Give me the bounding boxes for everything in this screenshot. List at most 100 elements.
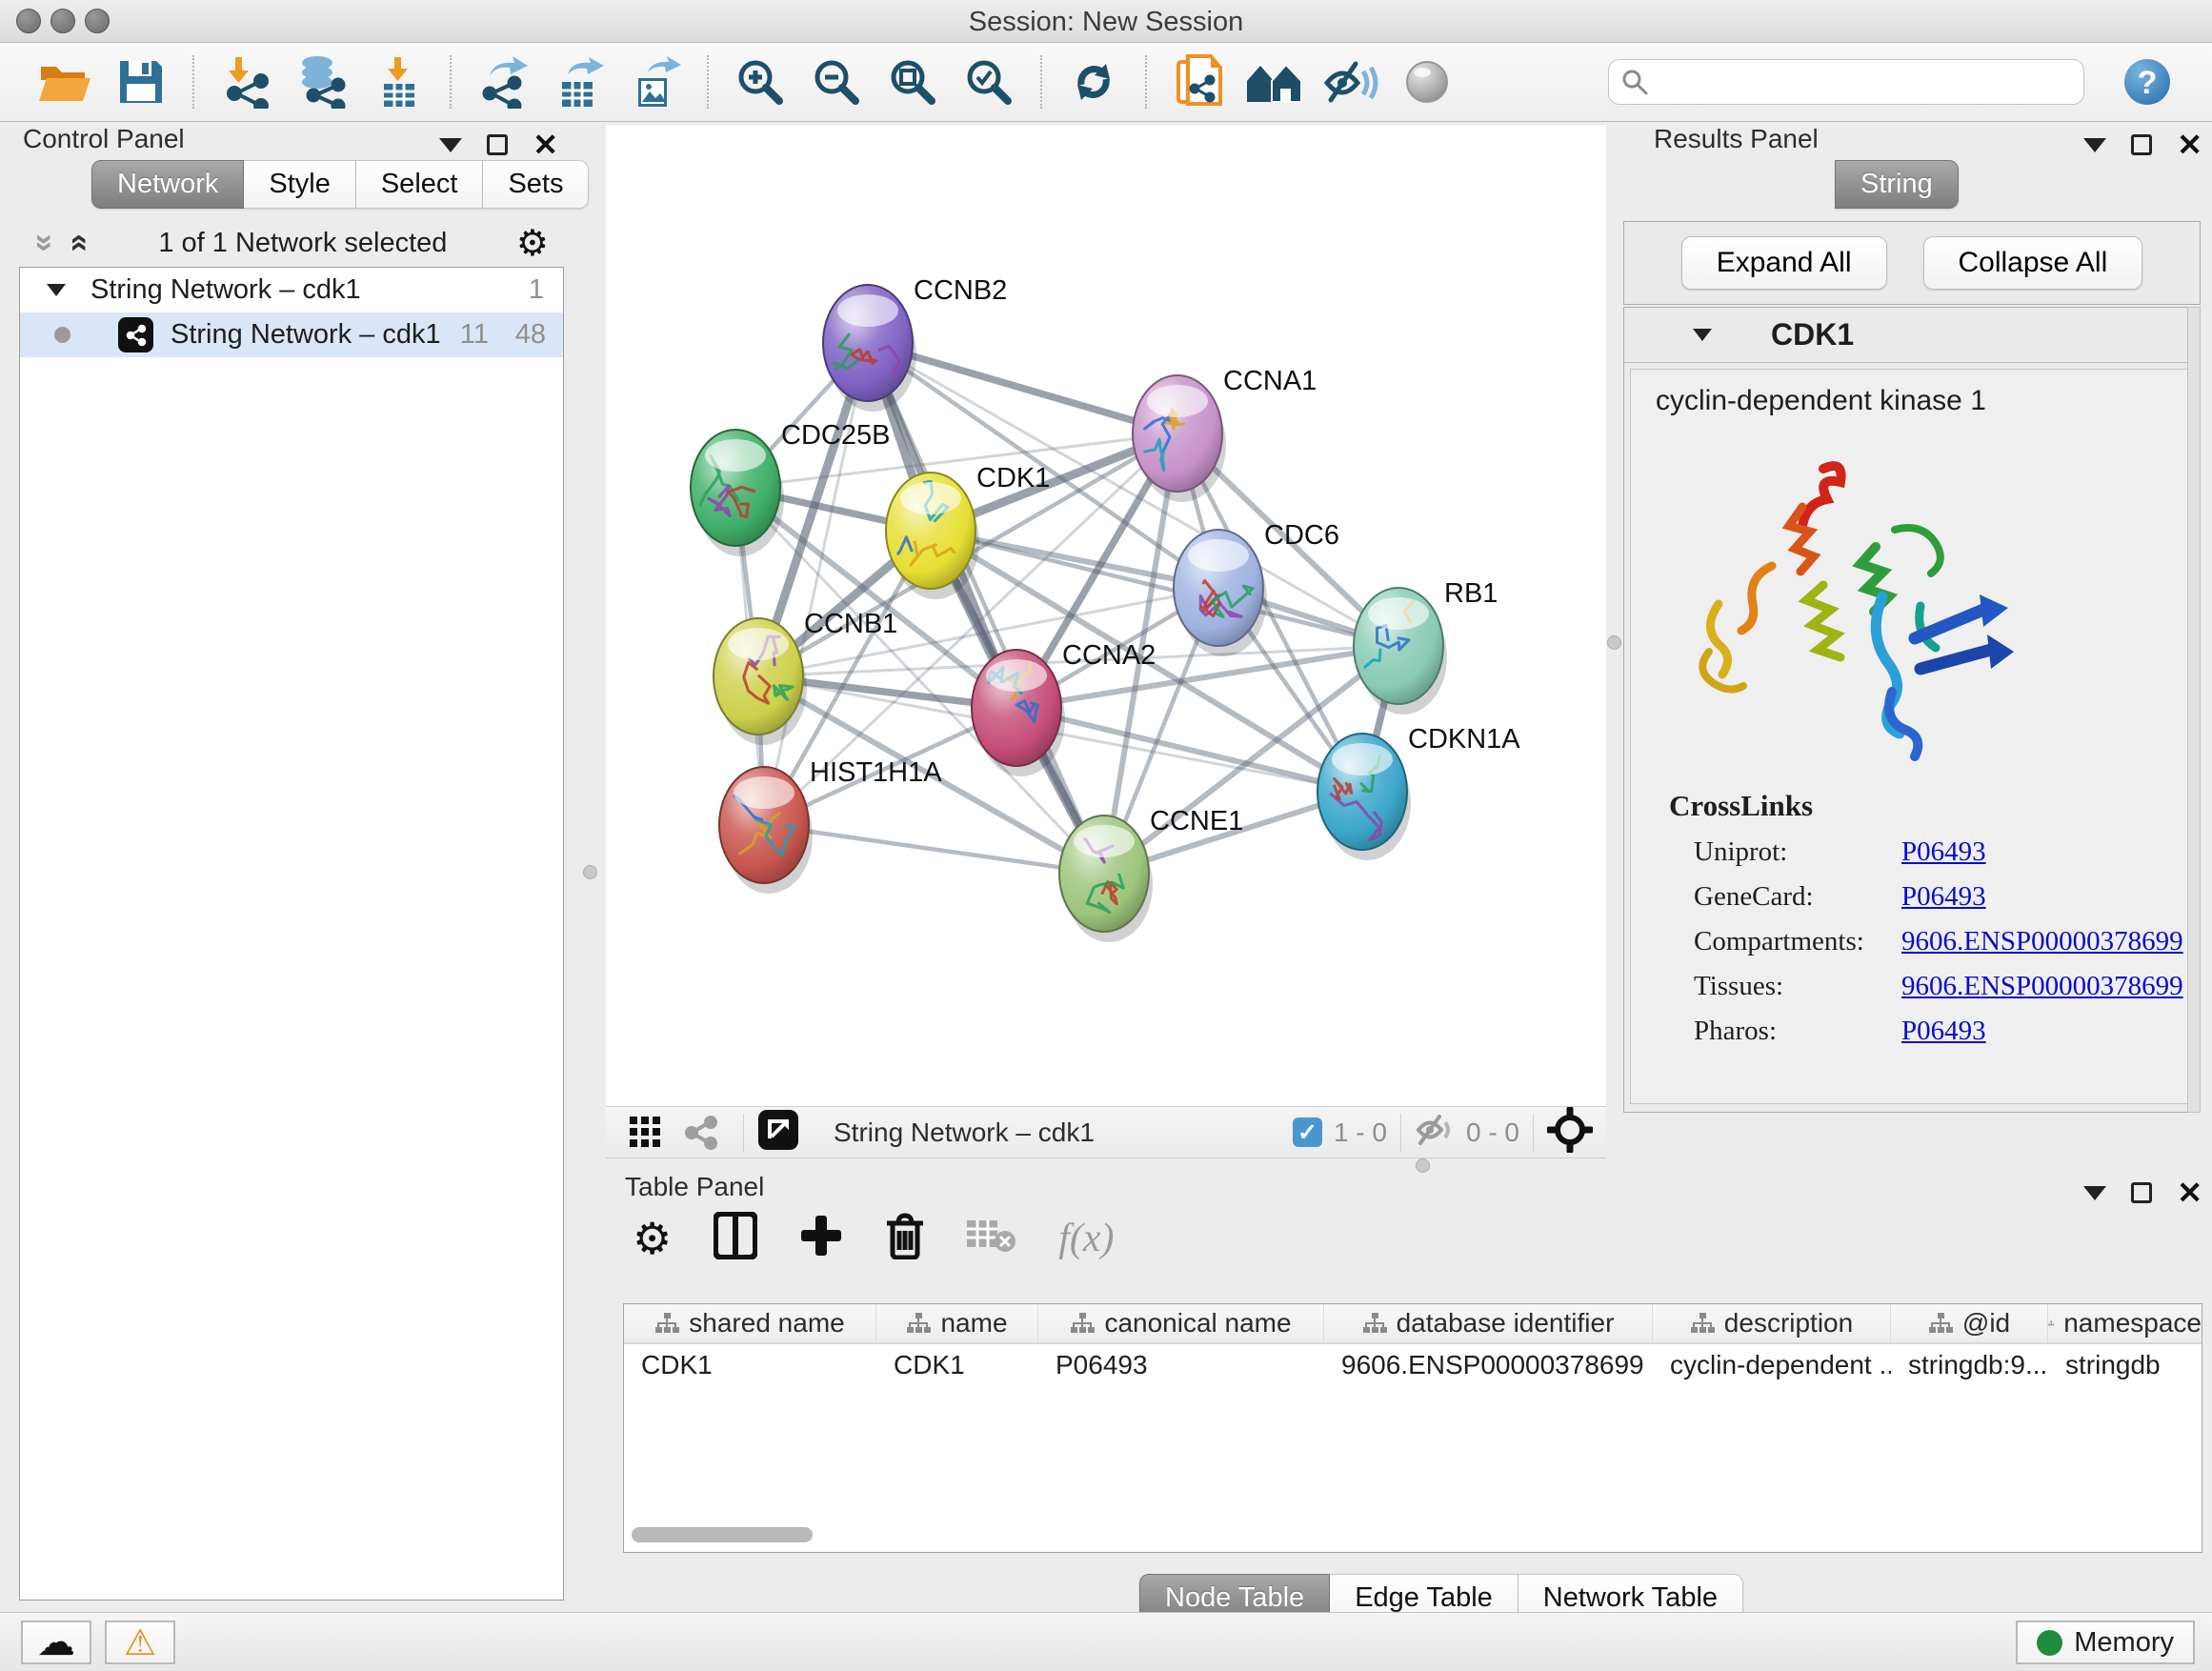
delete-column-trash-icon[interactable]	[885, 1212, 925, 1264]
crosslink-label: Pharos:	[1694, 1016, 1901, 1047]
zoom-selected-button[interactable]	[957, 52, 1020, 111]
crosslink-value-link[interactable]: P06493	[1901, 1016, 1986, 1047]
table-cell[interactable]: 9606.ENSP00000378699	[1324, 1350, 1653, 1380]
import-network-from-database-button[interactable]	[291, 52, 353, 111]
network-node-CDKN1A[interactable]: CDKN1A	[1317, 724, 1520, 860]
column-header-namespace[interactable]: namespace	[2048, 1304, 2202, 1342]
hidden-eye-icon[interactable]	[1415, 1113, 1457, 1152]
gene-card-header[interactable]: CDK1	[1624, 308, 2200, 363]
network-node-CDC25B[interactable]: CDC25B	[691, 420, 890, 556]
network-node-CDC6[interactable]: CDC6	[1174, 520, 1339, 656]
panel-close-icon[interactable]: ✕	[533, 130, 558, 160]
column-header-shared-name[interactable]: shared name	[624, 1304, 876, 1342]
table-row[interactable]: CDK1CDK1P064939606.ENSP00000378699cyclin…	[624, 1344, 2202, 1386]
table-cell[interactable]: stringdb	[2048, 1350, 2202, 1380]
export-image-button[interactable]	[624, 52, 687, 111]
table-cell[interactable]: P06493	[1038, 1350, 1324, 1380]
add-column-icon[interactable]	[799, 1214, 843, 1262]
network-node-CCNE1[interactable]: CCNE1	[1059, 806, 1243, 942]
search-input[interactable]	[1659, 68, 2072, 97]
function-builder-button[interactable]: f(x)	[1058, 1216, 1114, 1261]
network-bar-separator	[1400, 1114, 1401, 1152]
open-session-button[interactable]	[33, 52, 96, 111]
column-header--id[interactable]: @id	[1891, 1304, 2048, 1342]
table-cell[interactable]: cyclin-dependent ...	[1653, 1350, 1891, 1380]
zoom-out-icon	[811, 56, 862, 108]
network-options-gear-icon[interactable]: ⚙	[516, 222, 549, 265]
panel-collapse-icon[interactable]	[2083, 1186, 2106, 1200]
tab-network[interactable]: Network	[91, 160, 244, 209]
gene-card-body: cyclin-dependent kinase 1	[1630, 369, 2188, 1104]
results-scrollbar[interactable]	[2187, 307, 2201, 1113]
save-session-button[interactable]	[110, 52, 172, 111]
export-table-button[interactable]	[548, 52, 611, 111]
refresh-view-button[interactable]	[1062, 52, 1125, 111]
panel-collapse-icon[interactable]	[439, 138, 462, 152]
panel-collapse-icon[interactable]	[2083, 138, 2106, 152]
network-node-RB1[interactable]: RB1	[1350, 578, 1498, 715]
delete-table-icon[interactable]	[967, 1217, 1016, 1259]
network-row-selected[interactable]: String Network – cdk1 11 48	[20, 312, 563, 357]
appearance-sphere-button[interactable]	[1396, 52, 1458, 111]
column-header-canonical-name[interactable]: canonical name	[1038, 1304, 1324, 1342]
search-box[interactable]	[1608, 59, 2084, 105]
search-icon	[1620, 68, 1649, 96]
help-button[interactable]: ?	[2116, 52, 2179, 111]
tab-sets[interactable]: Sets	[483, 160, 589, 209]
column-header-name[interactable]: name	[876, 1304, 1038, 1342]
crosslink-value-link[interactable]: 9606.ENSP00000378699	[1901, 926, 2183, 957]
tab-string[interactable]: String	[1835, 160, 1959, 209]
network-edge-count: 48	[515, 319, 546, 351]
cloud-status-button[interactable]: ☁	[21, 1621, 91, 1664]
network-node-CCNA2[interactable]: CCNA2	[972, 640, 1156, 776]
zoom-in-button[interactable]	[729, 52, 792, 111]
tab-select[interactable]: Select	[356, 160, 484, 209]
import-network-button[interactable]	[214, 52, 277, 111]
warnings-button[interactable]: ⚠	[105, 1621, 175, 1664]
column-header-database-identifier[interactable]: database identifier	[1324, 1304, 1653, 1342]
show-columns-icon[interactable]	[714, 1212, 757, 1264]
crosslink-value-link[interactable]: 9606.ENSP00000378699	[1901, 971, 2183, 1002]
crosslink-value-link[interactable]: P06493	[1901, 836, 1986, 868]
table-cell[interactable]: CDK1	[876, 1350, 1038, 1380]
table-horizontal-scrollbar[interactable]	[632, 1527, 813, 1542]
export-network-button[interactable]	[472, 52, 534, 111]
gene-expander-icon[interactable]	[1693, 329, 1712, 341]
table-cell[interactable]: stringdb:9...	[1891, 1350, 2048, 1380]
memory-button[interactable]: Memory	[2016, 1621, 2195, 1664]
panel-float-icon[interactable]	[2131, 1182, 2152, 1203]
home-layout-button[interactable]	[1243, 52, 1306, 111]
network-collection-row[interactable]: String Network – cdk1 1	[20, 268, 563, 312]
import-table-button[interactable]	[367, 52, 430, 111]
collapse-all-button[interactable]: Collapse All	[1923, 236, 2143, 290]
collapse-all-networks-icon[interactable]: «	[64, 234, 96, 252]
panel-float-icon[interactable]	[2131, 134, 2152, 155]
birdseye-grid-icon[interactable]	[623, 1110, 669, 1156]
table-options-gear-icon[interactable]: ⚙	[633, 1213, 672, 1264]
hide-unhide-button[interactable]	[1319, 52, 1382, 111]
left-splitter-handle[interactable]	[583, 865, 597, 879]
panel-close-icon[interactable]: ✕	[2177, 1178, 2202, 1208]
zoom-out-button[interactable]	[805, 52, 868, 111]
string-network-graph[interactable]: CCNB2CCNA1CDC25BCDK1CDC6RB1CCNB1CCNA2CDK…	[606, 125, 1606, 1106]
panel-float-icon[interactable]	[487, 134, 508, 155]
node-label: RB1	[1444, 578, 1498, 609]
open-in-new-window-icon[interactable]	[757, 1109, 799, 1156]
pan-crosshair-icon[interactable]	[1547, 1107, 1593, 1158]
zoom-fit-button[interactable]	[881, 52, 944, 111]
first-neighbors-button[interactable]	[1167, 52, 1230, 111]
collection-expander-icon[interactable]	[47, 284, 66, 296]
share-network-icon[interactable]	[678, 1110, 724, 1156]
expand-all-networks-icon[interactable]: »	[29, 234, 61, 252]
network-canvas[interactable]: CCNB2CCNA1CDC25BCDK1CDC6RB1CCNB1CCNA2CDK…	[606, 125, 1606, 1106]
expand-all-button[interactable]: Expand All	[1681, 236, 1887, 290]
table-cell[interactable]: CDK1	[624, 1350, 876, 1380]
crosslink-row: Tissues:9606.ENSP00000378699	[1669, 971, 2183, 1002]
selected-nodes-checkbox[interactable]: ✓	[1293, 1117, 1322, 1147]
column-header-description[interactable]: description	[1653, 1304, 1891, 1342]
network-node-HIST1H1A[interactable]: HIST1H1A	[704, 757, 942, 894]
network-node-CCNB2[interactable]: CCNB2	[823, 275, 1007, 412]
panel-close-icon[interactable]: ✕	[2177, 130, 2202, 160]
tab-style[interactable]: Style	[244, 160, 355, 209]
crosslink-value-link[interactable]: P06493	[1901, 881, 1986, 913]
